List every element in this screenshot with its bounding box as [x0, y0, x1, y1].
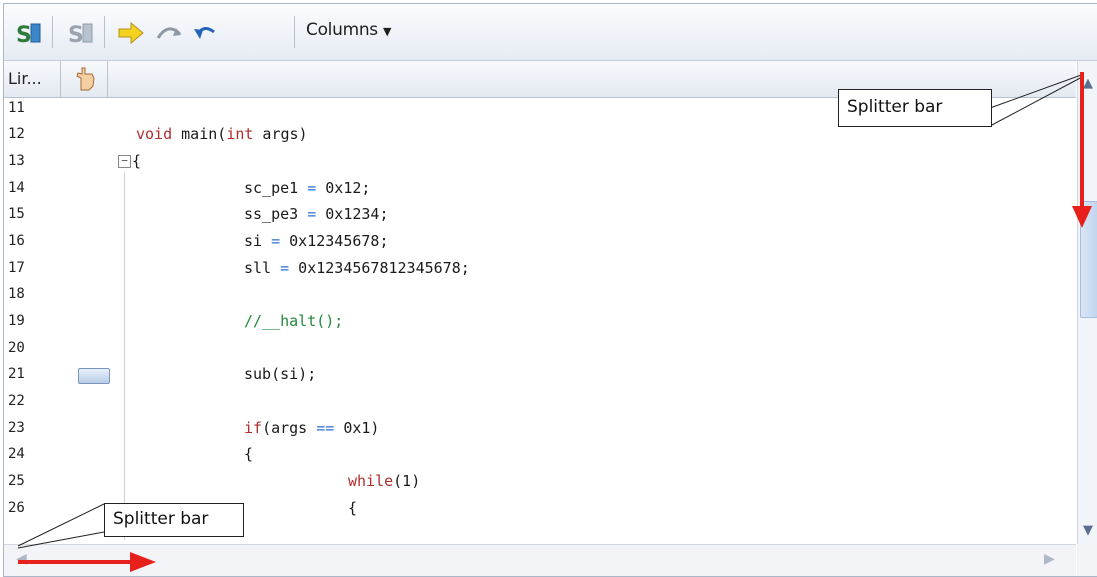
scroll-left-icon[interactable]: ◀ — [16, 551, 27, 567]
code-comment: //__halt(); — [244, 312, 344, 330]
code-text: sll = 0x1234567812345678; — [244, 259, 470, 277]
code-line: 22 — [4, 391, 1076, 414]
collapse-icon[interactable]: − — [118, 155, 131, 168]
splitter-bar-callout-top: Splitter bar — [838, 89, 992, 127]
code-text: { — [244, 445, 254, 463]
line-number: 16 — [8, 233, 25, 249]
code-text: sub(si); — [244, 365, 317, 383]
source-path-disabled-icon[interactable]: S — [66, 18, 96, 48]
code-line: 24 { — [4, 444, 1076, 467]
code-line: 17 sll = 0x1234567812345678; — [4, 258, 1076, 281]
code-line: 16 si = 0x12345678; — [4, 231, 1076, 254]
code-line: 18 — [4, 284, 1076, 307]
code-line: 13 − { — [4, 151, 1076, 174]
code-line: 20 — [4, 338, 1076, 361]
code-line: 25 while(1) — [4, 471, 1076, 494]
code-text: si = 0x12345678; — [244, 232, 389, 250]
code-text: { — [132, 152, 142, 170]
line-number: 21 — [8, 366, 25, 382]
toolbar-separator — [52, 16, 53, 48]
source-path-icon[interactable]: S — [14, 18, 44, 48]
undo-icon[interactable] — [190, 18, 220, 48]
horizontal-scrollbar[interactable]: ◀ ▶ — [4, 544, 1076, 576]
scrollbar-corner — [1077, 544, 1097, 576]
line-number: 22 — [8, 393, 25, 409]
fold-guide-line — [124, 172, 125, 540]
line-number: 25 — [8, 473, 25, 489]
svg-text:S: S — [16, 23, 32, 48]
code-line: 21 sub(si); — [4, 364, 1076, 387]
line-number: 24 — [8, 446, 25, 462]
breakpoint-marker-icon[interactable] — [78, 368, 110, 384]
code-text: sc_pe1 = 0x12; — [244, 179, 371, 197]
line-number: 13 — [8, 153, 25, 169]
line-number: 18 — [8, 286, 25, 302]
columns-label: Columns — [306, 20, 378, 40]
scroll-right-icon[interactable]: ▶ — [1044, 551, 1055, 567]
code-line: 19 //__halt(); — [4, 311, 1076, 334]
source-code-area[interactable]: 11 12 void main(int args) 13 − { 14 sc_p… — [4, 98, 1076, 543]
line-number: 14 — [8, 180, 25, 196]
line-number: 26 — [8, 500, 25, 516]
line-number: 15 — [8, 206, 25, 222]
breakpoint-column-header[interactable] — [61, 61, 108, 97]
scroll-up-icon[interactable]: ▲ — [1078, 71, 1097, 97]
code-line: 15 ss_pe3 = 0x1234; — [4, 204, 1076, 227]
hand-pointer-icon — [76, 67, 95, 91]
line-number: 11 — [8, 100, 25, 116]
line-number: 12 — [8, 126, 25, 142]
scroll-down-icon[interactable]: ▼ — [1078, 518, 1097, 544]
code-text: if(args == 0x1) — [244, 419, 380, 437]
line-number: 17 — [8, 260, 25, 276]
chevron-down-icon: ▼ — [382, 25, 392, 38]
svg-text:S: S — [68, 23, 84, 48]
code-line: 12 void main(int args) — [4, 124, 1076, 147]
toolbar: S S Columns ▼ — [4, 4, 1097, 61]
line-number-column-header[interactable]: Lir... — [4, 61, 61, 97]
code-text: while(1) — [348, 472, 421, 490]
go-to-pc-icon[interactable] — [116, 18, 146, 48]
toolbar-separator — [104, 16, 105, 48]
line-number: 19 — [8, 313, 25, 329]
line-number: 23 — [8, 420, 25, 436]
vertical-scroll-thumb[interactable] — [1080, 201, 1097, 318]
code-text: void main(int args) — [136, 125, 308, 143]
toolbar-separator — [294, 16, 295, 48]
vertical-scrollbar[interactable]: ▲ ▼ — [1077, 61, 1097, 544]
code-line: 23 if(args == 0x1) — [4, 418, 1076, 441]
code-text: ss_pe3 = 0x1234; — [244, 205, 389, 223]
code-line: 14 sc_pe1 = 0x12; — [4, 178, 1076, 201]
columns-dropdown[interactable]: Columns ▼ — [306, 20, 391, 40]
line-column-label: Lir... — [8, 69, 42, 88]
splitter-bar-callout-bottom: Splitter bar — [104, 503, 244, 537]
line-number: 20 — [8, 340, 25, 356]
code-text: { — [348, 499, 358, 517]
step-over-icon[interactable] — [154, 18, 184, 48]
